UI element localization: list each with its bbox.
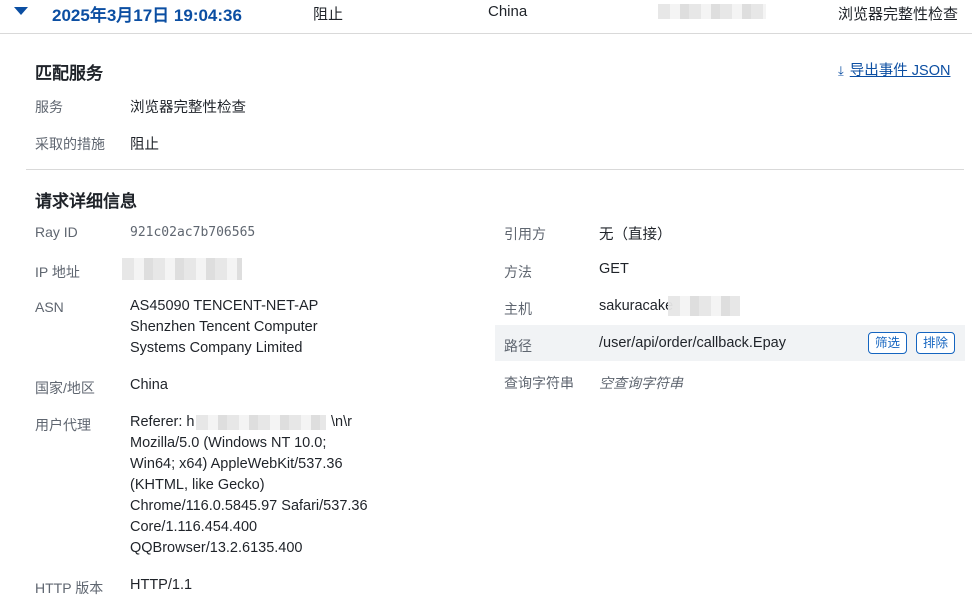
action-taken-value: 阻止 <box>130 137 159 153</box>
event-action: 阻止 <box>313 6 344 23</box>
referer-suffix: \n\r <box>331 414 352 430</box>
asn-line: AS45090 TENCENT-NET-AP <box>130 298 319 314</box>
ray-id-value: 921c02ac7b706565 <box>130 225 256 240</box>
country-value: China <box>130 377 168 393</box>
redacted-referer <box>196 415 326 430</box>
asn-line: Systems Company Limited <box>130 340 303 356</box>
method-value: GET <box>599 261 629 277</box>
filter-button[interactable]: 筛选 <box>868 332 908 354</box>
country-label: 国家/地区 <box>35 380 95 396</box>
asn-label: ASN <box>35 299 64 315</box>
download-icon: ⤓ <box>838 63 844 78</box>
host-value: sakuracake <box>599 298 674 314</box>
ray-id-label: Ray ID <box>35 224 78 240</box>
matched-service-title: 匹配服务 <box>35 64 103 83</box>
request-details-title: 请求详细信息 <box>35 192 137 211</box>
http-version-label: HTTP 版本 <box>35 580 104 596</box>
ip-address-label: IP 地址 <box>35 264 80 280</box>
query-string-value: 空查询字符串 <box>599 375 683 391</box>
user-agent-line: Core/1.116.454.400 <box>130 519 258 535</box>
header-divider <box>0 33 972 34</box>
redacted-ip-blur <box>658 4 766 19</box>
section-divider <box>26 169 964 170</box>
asn-value: AS45090 TENCENT-NET-AP Shenzhen Tencent … <box>130 296 470 359</box>
action-taken-label: 采取的措施 <box>35 136 105 152</box>
user-agent-value: Referer: h \n\r Mozilla/5.0 (Windows NT … <box>130 412 480 559</box>
user-agent-line: Chrome/116.0.5845.97 Safari/537.36 <box>130 498 368 514</box>
redacted-ip-value <box>122 258 242 280</box>
redacted-host <box>668 296 740 316</box>
path-label: 路径 <box>504 338 532 354</box>
exclude-button[interactable]: 排除 <box>916 332 956 354</box>
service-label: 服务 <box>35 99 63 115</box>
http-version-value: HTTP/1.1 <box>130 577 193 593</box>
user-agent-label: 用户代理 <box>35 417 91 433</box>
method-label: 方法 <box>504 264 532 280</box>
event-country: China <box>488 3 528 20</box>
referrer-label: 引用方 <box>504 226 546 242</box>
referrer-value: 无（直接） <box>599 227 672 243</box>
referer-line: Referer: h \n\r <box>130 412 480 433</box>
caret-down-icon[interactable] <box>14 7 28 15</box>
service-value: 浏览器完整性检查 <box>130 100 246 116</box>
user-agent-line: Mozilla/5.0 (Windows NT 10.0; <box>130 435 327 451</box>
query-string-label: 查询字符串 <box>504 375 574 391</box>
path-value: /user/api/order/callback.Epay <box>599 335 786 351</box>
export-json-link[interactable]: ⤓ 导出事件 JSON <box>838 59 950 80</box>
export-json-label: 导出事件 JSON <box>849 63 951 79</box>
referer-prefix: Referer: h <box>130 414 195 430</box>
event-timestamp[interactable]: 2025年3月17日 19:04:36 <box>52 1 242 26</box>
user-agent-line: QQBrowser/13.2.6135.400 <box>130 540 303 556</box>
user-agent-line: (KHTML, like Gecko) <box>130 477 265 493</box>
host-label: 主机 <box>504 301 532 317</box>
user-agent-line: Win64; x64) AppleWebKit/537.36 <box>130 456 343 472</box>
event-service: 浏览器完整性检查 <box>838 6 959 23</box>
asn-line: Shenzhen Tencent Computer <box>130 319 318 335</box>
